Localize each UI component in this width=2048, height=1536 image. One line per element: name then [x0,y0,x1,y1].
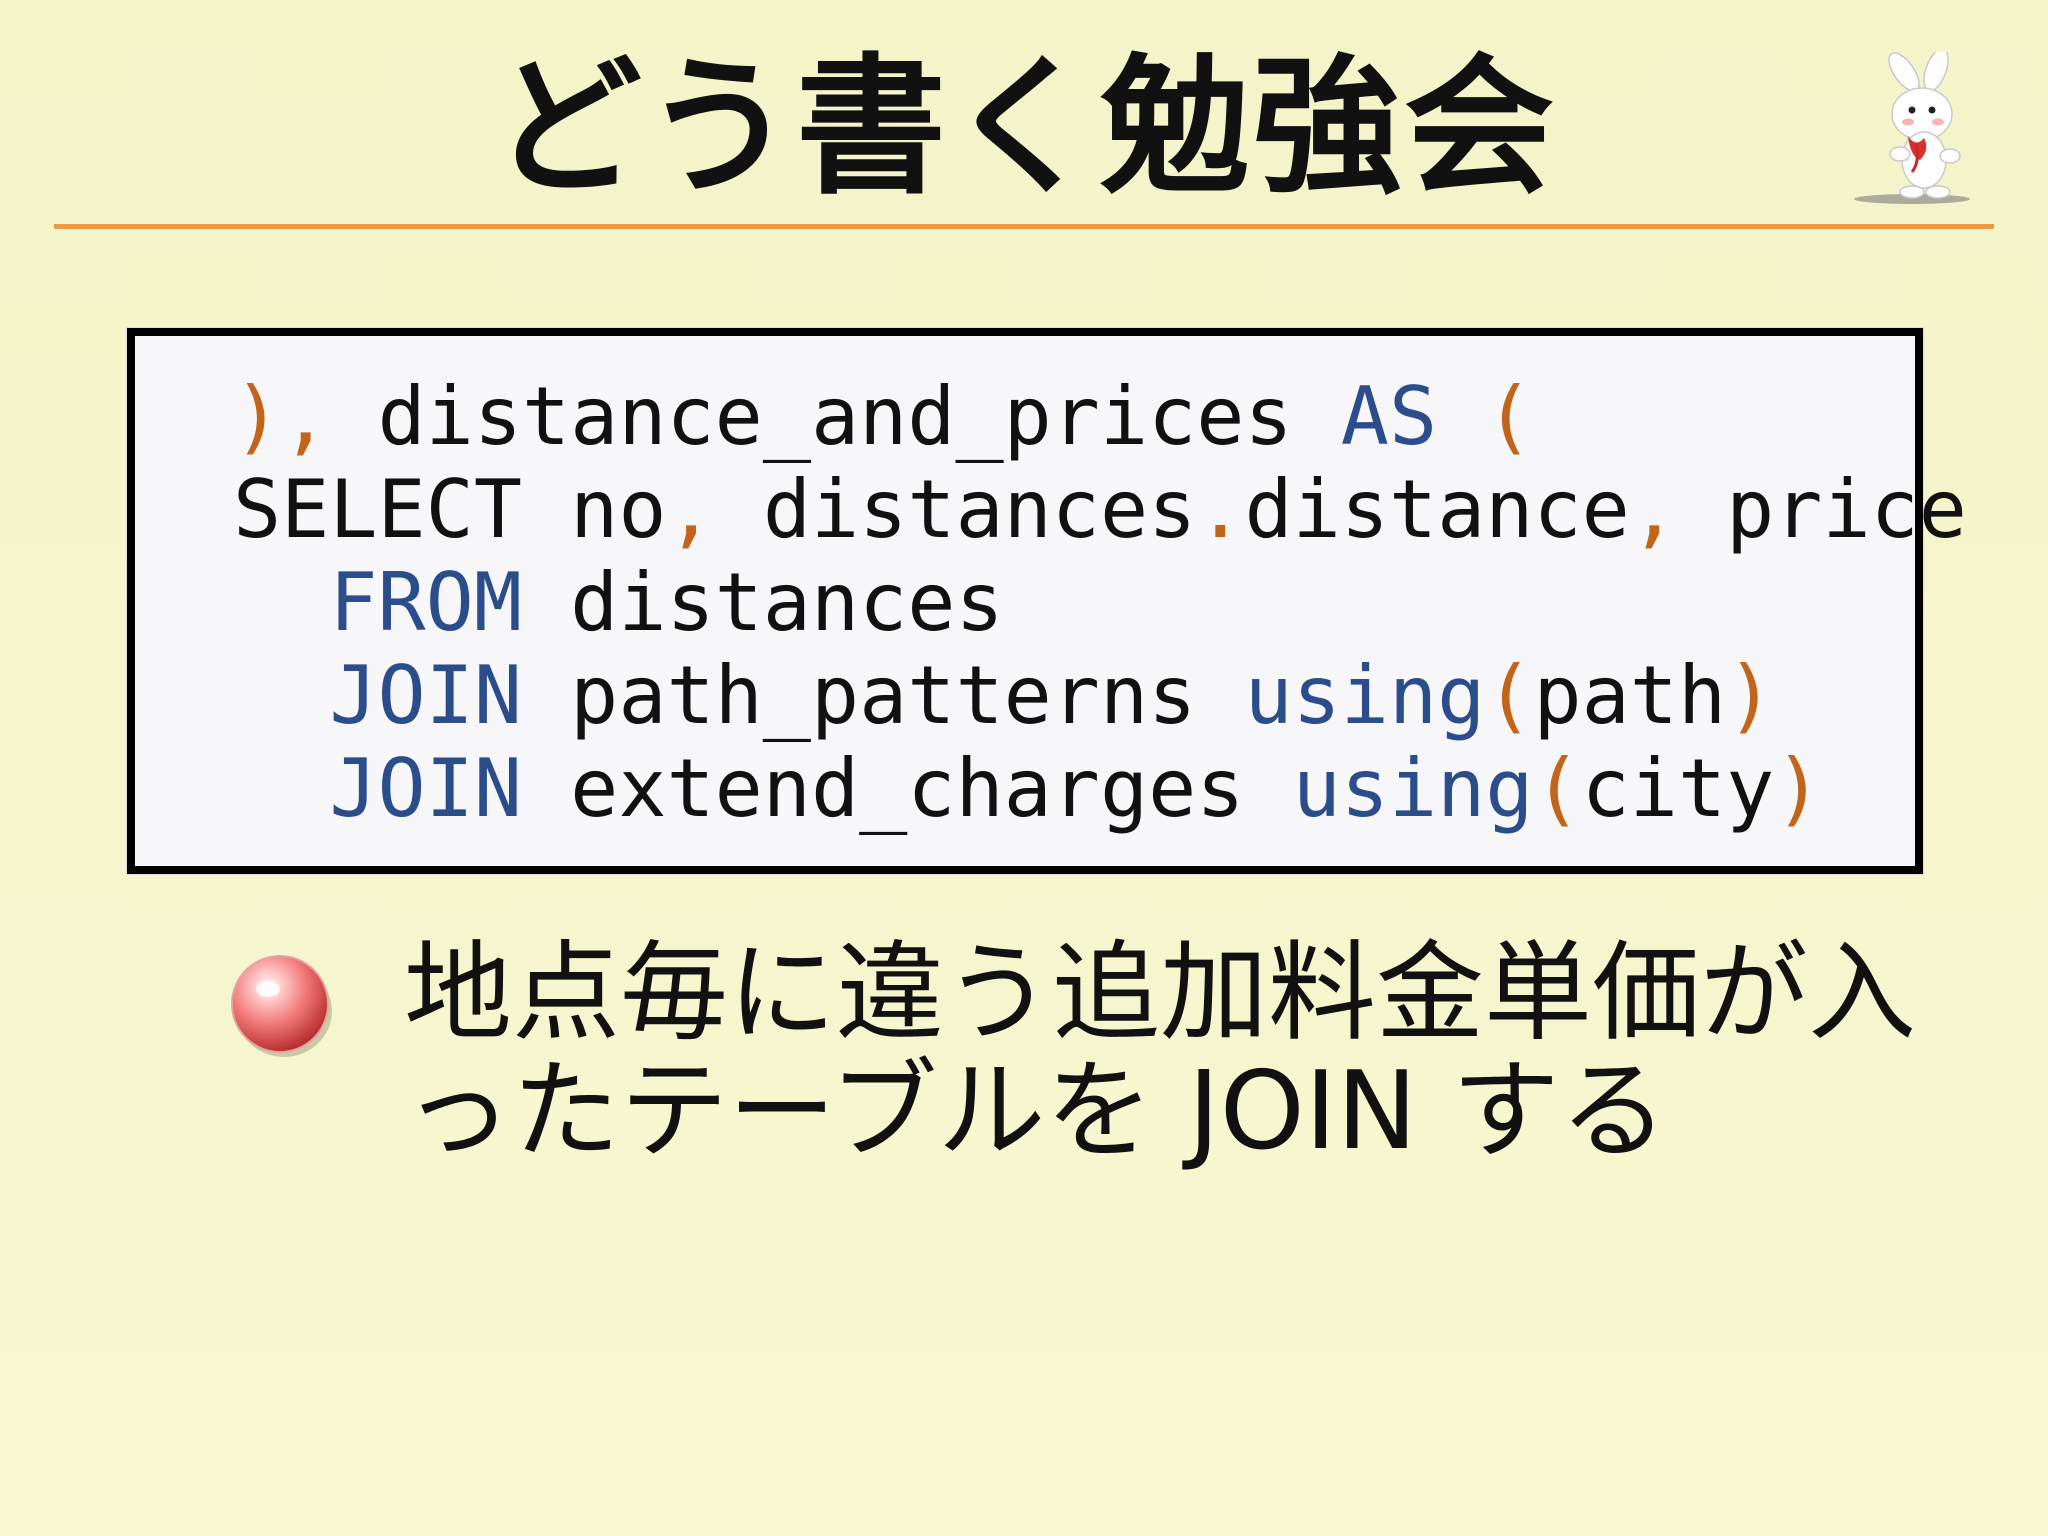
bullet-text: 地点毎に違う追加料金単価が入ったテーブルを JOIN する [404,931,1917,1174]
code-token: distance_and_prices [377,370,1341,463]
code-punctuation: ( [1485,649,1534,742]
code-punctuation: , [1629,463,1678,556]
code-token: distances [714,463,1197,556]
code-line: ), distance_and_prices AS ( [233,370,1533,463]
red-ball-bullet-icon [231,955,332,1057]
title-underline [54,224,1994,229]
code-token: extend_charges [521,742,1293,835]
code-token: SELECT [233,463,522,556]
code-token: price [1677,463,1967,556]
code-punctuation: ) [1726,649,1775,742]
rabbit-mascot-icon [1854,52,1970,204]
code-punctuation: ) [1774,742,1823,835]
code-token: path [1533,649,1727,742]
code-punctuation: ), [233,370,378,463]
code-line: FROM distances [233,556,1004,649]
code-line: JOIN path_patterns using(path) [233,649,1774,742]
code-line: SELECT no, distances.distance, price [233,463,1967,556]
code-keyword: AS [1340,370,1438,463]
code-token: no [521,463,667,556]
code-keyword: JOIN [329,742,522,835]
code-punctuation: ( [1533,742,1582,835]
code-punctuation: , [666,463,715,556]
code-line: JOIN extend_charges using(city) [233,742,1822,835]
code-token: distance [1244,463,1630,556]
code-keyword: using [1292,742,1534,835]
sql-code: ), distance_and_prices AS ( SELECT no, d… [233,370,1967,835]
code-token: distances [521,556,1004,649]
slide-title: どう書く勉強会 [491,41,1556,215]
code-token: path_patterns [521,649,1245,742]
code-token: city [1581,742,1775,835]
code-keyword: FROM [329,556,522,649]
code-keyword: JOIN [329,649,522,742]
code-keyword: using [1244,649,1486,742]
code-block: ), distance_and_prices AS ( SELECT no, d… [127,328,1967,874]
code-punctuation: . [1196,463,1245,556]
code-punctuation: ( [1437,370,1534,463]
